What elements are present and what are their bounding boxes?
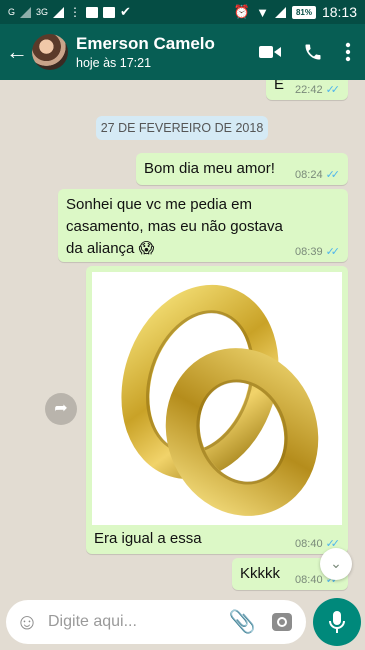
more-notifications-icon: ⋮	[69, 5, 82, 19]
message-time: 08:24	[295, 168, 323, 181]
alarm-icon: ⏰	[233, 4, 251, 19]
attach-icon[interactable]: 📎	[229, 609, 256, 635]
contact-info[interactable]: Emerson Camelo hoje às 17:21	[76, 34, 215, 70]
composer-bar: ☺ Digite aqui... 📎	[0, 596, 365, 650]
contact-avatar[interactable]	[32, 34, 68, 70]
message-input[interactable]: ☺ Digite aqui... 📎	[6, 600, 306, 644]
message-out[interactable]: Bom dia meu amor! 08:24 ✓✓	[136, 153, 348, 185]
gold-rings-image	[121, 284, 319, 516]
image-caption: Era igual a essa	[94, 530, 202, 547]
chat-header: ← Emerson Camelo hoje às 17:21	[0, 24, 365, 80]
status-bar: G 3G ⋮ ✔ ⏰ ▼ 81% 18:13	[0, 0, 365, 24]
network-3g-label: 3G	[36, 7, 49, 17]
message-text: Kkkkk	[240, 565, 281, 582]
battery-indicator: 81%	[291, 5, 316, 19]
check-notification-icon: ✔	[120, 4, 131, 19]
message-text: Bom dia meu amor!	[144, 160, 275, 177]
mic-button[interactable]	[313, 598, 361, 646]
wifi-icon: ▼	[256, 4, 269, 20]
emoji-icon[interactable]: ☺	[6, 609, 48, 635]
message-time: 08:39	[295, 245, 323, 258]
signal-icon	[20, 6, 32, 18]
message-text: Sonhei que vc me pedia em casamento, mas…	[66, 196, 283, 257]
more-options-icon[interactable]	[345, 42, 351, 62]
read-ticks-icon: ✓✓	[325, 246, 341, 258]
read-ticks-icon: ✓✓	[325, 169, 341, 181]
gallery-notification-icon	[86, 6, 99, 18]
microphone-icon	[329, 611, 345, 633]
message-text: E	[274, 80, 285, 93]
voice-call-icon[interactable]	[303, 42, 323, 62]
clock: 18:13	[321, 4, 357, 20]
message-time: 22:42	[295, 83, 323, 96]
message-time: 08:40	[295, 573, 323, 586]
back-arrow-icon[interactable]: ←	[2, 39, 32, 65]
message-placeholder: Digite aqui...	[48, 613, 137, 630]
contact-name: Emerson Camelo	[76, 34, 215, 53]
download-notification-icon	[103, 6, 116, 18]
signal-icon-2	[53, 6, 65, 18]
date-separator: 27 DE FEVEREIRO DE 2018	[96, 116, 268, 140]
message-time: 08:40	[295, 537, 323, 550]
image-message[interactable]: Era igual a essa 08:40 ✓✓	[86, 266, 348, 554]
message-in[interactable]: Sonhei que vc me pedia em casamento, mas…	[58, 189, 348, 262]
chat-area[interactable]: E 22:42 ✓✓ 27 DE FEVEREIRO DE 2018 Bom di…	[0, 80, 365, 596]
scroll-down-icon[interactable]: ⌄	[320, 548, 352, 580]
message-partial[interactable]: E 22:42 ✓✓	[266, 80, 348, 100]
last-seen: hoje às 17:21	[76, 56, 152, 70]
forward-icon[interactable]: ➦	[45, 393, 77, 425]
network-g-label: G	[8, 7, 16, 17]
rings-photo[interactable]	[92, 272, 342, 525]
read-ticks-icon: ✓✓	[325, 84, 341, 96]
cell-signal-icon	[274, 6, 286, 18]
video-call-icon[interactable]	[259, 44, 281, 60]
camera-icon[interactable]	[270, 610, 294, 634]
